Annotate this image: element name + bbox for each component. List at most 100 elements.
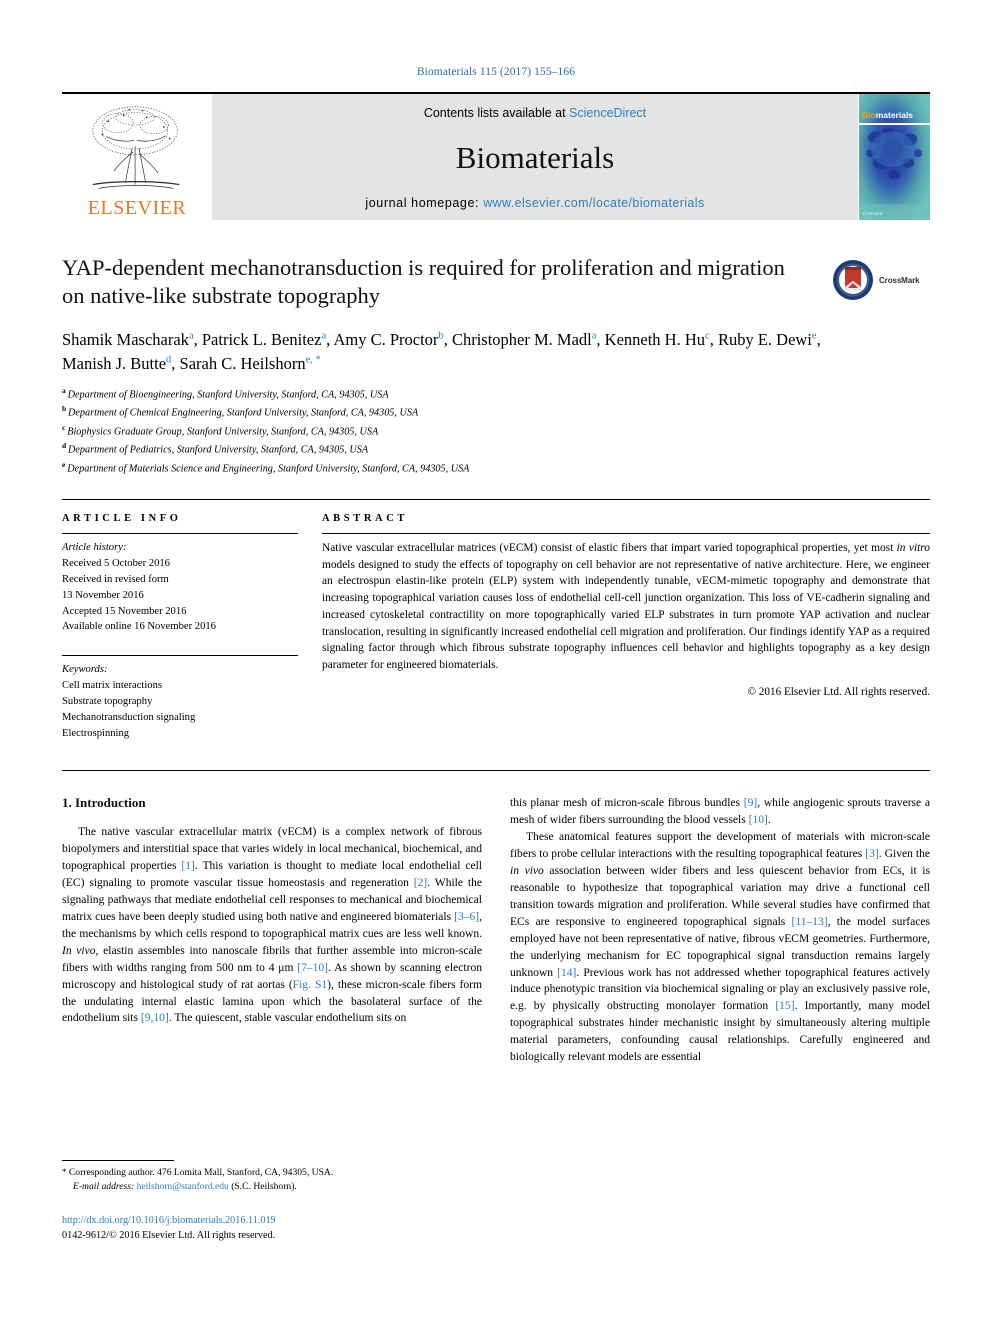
keyword-item[interactable]: Substrate topography [62, 694, 298, 710]
crossmark-badge[interactable]: CrossMark [832, 256, 930, 304]
affiliation-item: d Department of Pediatrics, Stanford Uni… [62, 440, 930, 459]
section-heading-introduction: 1. Introduction [62, 794, 146, 810]
intro-paragraph-2: These anatomical features support the de… [510, 830, 930, 1064]
doi-block: http://dx.doi.org/10.1016/j.biomaterials… [62, 1214, 482, 1244]
citation-ref[interactable]: [2] [414, 877, 427, 889]
footnote-block: * Corresponding author. 476 Lomita Mall,… [62, 1160, 482, 1243]
keywords-block: Keywords: Cell matrix interactions Substr… [62, 655, 298, 741]
doi-link[interactable]: http://dx.doi.org/10.1016/j.biomaterials… [62, 1214, 482, 1229]
author-affiliation-marker: e [811, 330, 817, 342]
author-name[interactable]: Shamik Mascharak [62, 330, 189, 349]
citation-ref[interactable]: [7–10] [297, 962, 328, 974]
affiliation-text: Biophysics Graduate Group, Stanford Univ… [67, 425, 379, 437]
author-affiliation-marker: b [438, 330, 444, 342]
affiliation-text: Department of Bioengineering, Stanford U… [67, 388, 389, 400]
author-name[interactable]: Sarah C. Heilshorn [180, 354, 306, 373]
author-list: Shamik Mascharaka, Patrick L. Beniteza, … [62, 329, 821, 373]
abstract-copyright: © 2016 Elsevier Ltd. All rights reserved… [747, 685, 931, 698]
crossmark-label: CrossMark [879, 275, 920, 285]
citation-ref[interactable]: [9] [744, 797, 757, 809]
journal-title: Biomaterials [455, 139, 615, 175]
author-name[interactable]: Manish J. Butte [62, 354, 166, 373]
abstract-text: Native vascular extracellular matrices (… [322, 540, 930, 674]
abstract-part-1: Native vascular extracellular matrices (… [322, 542, 897, 555]
elsevier-wordmark: ELSEVIER [87, 197, 187, 219]
article-history-item: Available online 16 November 2016 [62, 621, 216, 633]
title-block: YAP-dependent mechanotransduction is req… [62, 254, 930, 477]
affiliation-item: b Department of Chemical Engineering, St… [62, 403, 930, 422]
sciencedirect-link[interactable]: ScienceDirect [569, 106, 646, 120]
keywords-title: Keywords: [62, 664, 108, 676]
keywords-list: Cell matrix interactions Substrate topogr… [62, 678, 298, 742]
article-info-divider [62, 533, 298, 535]
body-column-left: 1. Introduction The native vascular extr… [62, 795, 482, 1067]
abstract-italic-1: in vitro [896, 542, 930, 555]
corresponding-author-note: * Corresponding author. 476 Lomita Mall,… [62, 1167, 334, 1178]
email-label: E-mail address: [73, 1181, 135, 1193]
affiliation-text: Department of Chemical Engineering, Stan… [68, 407, 419, 419]
cover-divider [859, 123, 930, 125]
citation-ref[interactable]: [9,10] [141, 1012, 169, 1024]
footnote-rule [62, 1160, 174, 1161]
abstract-divider [322, 533, 930, 535]
author-name[interactable]: Amy C. Proctor [333, 330, 438, 349]
author-affiliation-marker: a [188, 330, 194, 342]
author-affiliation-marker: d [166, 354, 172, 366]
article-history-title: Article history: [62, 542, 127, 554]
journal-band: Contents lists available at ScienceDirec… [212, 94, 858, 220]
affiliation-text: Department of Pediatrics, Stanford Unive… [68, 444, 369, 456]
citation-ref[interactable]: [10] [749, 814, 768, 826]
article-history-item: Accepted 15 November 2016 [62, 605, 187, 617]
journal-masthead: ELSEVIER Contents lists available at Sci… [62, 92, 930, 220]
abstract-column: ABSTRACT Native vascular extracellular m… [322, 513, 930, 742]
body-column-right: this planar mesh of micron-scale fibrous… [510, 795, 930, 1067]
journal-homepage-link[interactable]: www.elsevier.com/locate/biomaterials [483, 196, 704, 210]
body-columns: 1. Introduction The native vascular extr… [62, 795, 930, 1067]
author-name[interactable]: Kenneth H. Hu [605, 330, 705, 349]
affiliation-item: a Department of Bioengineering, Stanford… [62, 385, 930, 404]
journal-reference: Biomaterials 115 (2017) 155–166 [416, 66, 576, 78]
info-abstract-section: ARTICLE INFO Article history: Received 5… [62, 499, 930, 742]
citation-ref[interactable]: [3–6] [454, 911, 479, 923]
citation-ref[interactable]: [3] [865, 848, 878, 860]
article-history-item: Received 5 October 2016 [62, 557, 170, 569]
affiliation-list: a Department of Bioengineering, Stanford… [62, 385, 930, 478]
affiliation-item: e Department of Materials Science and En… [62, 459, 930, 478]
cover-title-part-a: Bio [862, 110, 876, 120]
page-title: YAP-dependent mechanotransduction is req… [62, 255, 785, 309]
article-history-item: Received in revised form [62, 573, 169, 585]
abstract-part-2: models designed to study the effects of … [322, 558, 930, 671]
cover-title-part-b: materials [875, 110, 914, 120]
journal-cover-thumbnail: Biomaterials ELSEVIER [858, 94, 930, 220]
issn-copyright: 0142-9612/© 2016 Elsevier Ltd. All right… [62, 1229, 276, 1241]
contents-available-line: Contents lists available at ScienceDirec… [424, 106, 646, 120]
author-affiliation-marker: c [705, 330, 710, 342]
body-separator [62, 769, 930, 771]
keywords-divider [62, 655, 298, 657]
citation-ref[interactable]: [1] [181, 860, 194, 872]
citation-ref[interactable]: [15] [775, 1000, 794, 1012]
citation-ref[interactable]: [14] [557, 967, 576, 979]
paper-page: Biomaterials 115 (2017) 155–166 ELSEVIER… [0, 0, 992, 1323]
keyword-item[interactable]: Electrospinning [62, 726, 298, 742]
affiliation-item: c Biophysics Graduate Group, Stanford Un… [62, 422, 930, 441]
intro-paragraph-1: The native vascular extracellular matrix… [62, 825, 482, 1025]
cover-journal-title: Biomaterials [859, 110, 930, 120]
citation-ref[interactable]: [11–13] [792, 916, 828, 928]
elsevier-tree-icon [92, 106, 180, 189]
cover-footer-text: ELSEVIER [863, 211, 883, 216]
journal-homepage-line: journal homepage: www.elsevier.com/locat… [365, 196, 704, 210]
author-affiliation-marker: a [321, 330, 327, 342]
author-affiliation-marker: a [591, 330, 597, 342]
homepage-prefix: journal homepage: [365, 196, 484, 210]
email-link[interactable]: heilshorn@stanford.edu [137, 1181, 229, 1192]
keyword-item[interactable]: Mechanotransduction signaling [62, 710, 298, 726]
abstract-label: ABSTRACT [322, 513, 408, 525]
author-name[interactable]: Patrick L. Benitez [202, 330, 322, 349]
author-name[interactable]: Christopher M. Madl [452, 330, 592, 349]
author-name[interactable]: Ruby E. Dewi [718, 330, 812, 349]
figure-ref[interactable]: Fig. S1 [293, 979, 328, 991]
keyword-item[interactable]: Cell matrix interactions [62, 678, 298, 694]
affiliation-text: Department of Materials Science and Engi… [67, 462, 470, 474]
crossmark-icon [833, 260, 873, 300]
